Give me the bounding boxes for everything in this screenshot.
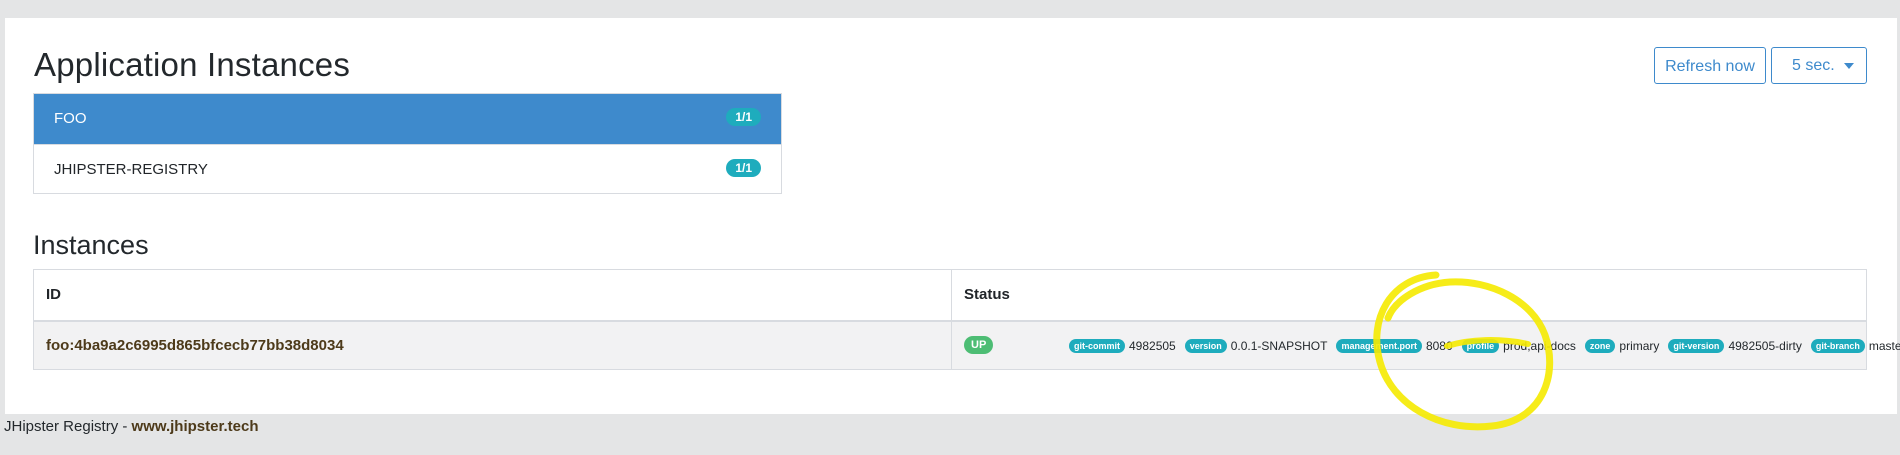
metadata-value: primary bbox=[1619, 338, 1660, 353]
caret-down-icon bbox=[1844, 63, 1854, 69]
application-list: FOO 1/1 JHIPSTER-REGISTRY 1/1 bbox=[33, 93, 782, 194]
metadata-value: 4982505-dirty bbox=[1728, 338, 1802, 353]
footer-text: JHipster Registry - bbox=[4, 418, 132, 435]
column-header-status: Status bbox=[964, 286, 1010, 303]
footer: JHipster Registry - www.jhipster.tech bbox=[4, 418, 259, 435]
metadata-item: git-commit 4982505 bbox=[1069, 338, 1176, 353]
metadata-item: profile prod,api-docs bbox=[1461, 338, 1576, 353]
instance-count-badge: 1/1 bbox=[726, 159, 761, 177]
instance-metadata: git-commit 4982505 version 0.0.1-SNAPSHOT … bbox=[1069, 322, 1900, 369]
table-row[interactable]: foo:4ba9a2c6995d865bfcecb77bb38d8034 UP … bbox=[34, 320, 1900, 369]
metadata-value: master bbox=[1868, 338, 1900, 353]
refresh-now-button[interactable]: Refresh now bbox=[1654, 47, 1766, 84]
instance-count-badge: 1/1 bbox=[726, 108, 761, 126]
instance-id: foo:4ba9a2c6995d865bfcecb77bb38d8034 bbox=[34, 322, 952, 369]
refresh-interval-label: 5 sec. bbox=[1792, 57, 1835, 74]
metadata-item: git-version 4982505-dirty bbox=[1668, 338, 1802, 353]
metadata-item: git-branchmaster bbox=[1810, 338, 1900, 353]
metadata-key-badge: profile bbox=[1461, 338, 1500, 353]
page-title: Application Instances bbox=[34, 46, 351, 83]
app-item-foo[interactable]: FOO 1/1 bbox=[34, 94, 781, 144]
status-badge: UP bbox=[964, 336, 994, 354]
metadata-key-badge: zone bbox=[1584, 338, 1616, 353]
metadata-item: zone primary bbox=[1584, 338, 1660, 353]
metadata-key-badge: management.port bbox=[1336, 338, 1422, 353]
metadata-value: 0.0.1-SNAPSHOT bbox=[1230, 338, 1328, 353]
column-header-id: ID bbox=[34, 270, 952, 320]
metadata-key-badge: git-commit bbox=[1069, 338, 1125, 353]
metadata-key-badge: git-version bbox=[1668, 338, 1725, 353]
instances-table: ID Status foo:4ba9a2c6995d865bfcecb77bb3… bbox=[33, 269, 1900, 370]
metadata-item: management.port 8080 bbox=[1336, 338, 1453, 353]
app-item-label: FOO bbox=[54, 110, 87, 127]
instances-title: Instances bbox=[33, 230, 149, 260]
metadata-value: prod,api-docs bbox=[1503, 338, 1576, 353]
metadata-value: 8080 bbox=[1425, 338, 1453, 353]
metadata-key-badge: version bbox=[1184, 338, 1227, 353]
refresh-interval-dropdown[interactable]: 5 sec. bbox=[1771, 47, 1867, 84]
metadata-value: 4982505 bbox=[1129, 338, 1176, 353]
app-item-label: JHIPSTER-REGISTRY bbox=[54, 161, 208, 178]
metadata-item: version 0.0.1-SNAPSHOT bbox=[1184, 338, 1328, 353]
footer-link[interactable]: www.jhipster.tech bbox=[132, 418, 259, 435]
app-item-jhipster-registry[interactable]: JHIPSTER-REGISTRY 1/1 bbox=[34, 144, 781, 193]
metadata-key-badge: git-branch bbox=[1810, 338, 1865, 353]
